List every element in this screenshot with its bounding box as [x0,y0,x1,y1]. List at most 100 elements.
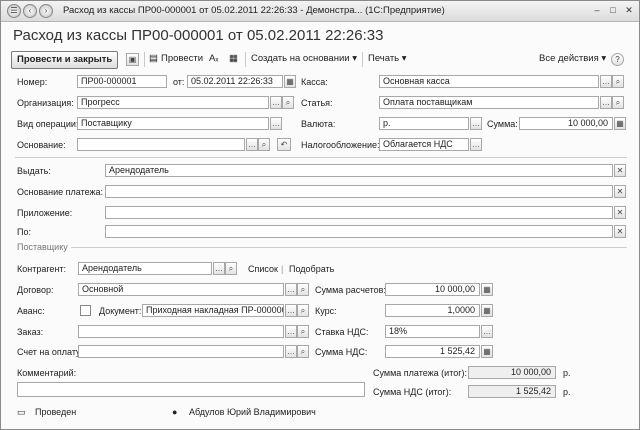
currency-field[interactable]: р. [379,117,469,130]
invoice-field[interactable] [78,345,284,358]
calculator-icon[interactable]: ▦ [614,117,626,130]
vat-sum-label: Сумма НДС: [315,347,368,357]
vat-rate-field[interactable]: 18% [385,325,480,338]
minimize-button[interactable]: – [590,4,604,17]
comment-field[interactable] [17,382,365,397]
article-select-button[interactable]: … [600,96,612,109]
invoice-select-button[interactable]: … [285,345,297,358]
contract-select-button[interactable]: … [285,283,297,296]
calculator-icon[interactable]: ▦ [481,345,493,358]
total-vat-currency: р. [563,387,571,397]
basis-select-button[interactable]: … [246,138,258,151]
payment-basis-clear-icon[interactable]: ✕ [614,185,626,198]
document-open-icon[interactable]: ⌕ [297,304,309,317]
select-link[interactable]: Подобрать [289,264,334,274]
forward-icon[interactable]: › [39,4,53,18]
counterparty-field[interactable]: Арендодатель [78,262,212,275]
total-vat-label: Сумма НДС (итог): [373,387,452,397]
help-button[interactable]: ? [611,53,624,66]
order-select-button[interactable]: … [285,325,297,338]
number-label: Номер: [17,77,48,87]
attachment-field[interactable] [105,206,613,219]
divider [15,157,627,158]
maximize-button[interactable]: □ [606,4,620,17]
contract-open-icon[interactable]: ⌕ [297,283,309,296]
counterparty-open-icon[interactable]: ⌕ [225,262,237,275]
all-actions-button[interactable]: Все действия ▾ [539,53,606,64]
total-payment-field: 10 000,00 [468,366,556,379]
operation-type-field[interactable]: Поставщику [77,117,269,130]
calculator-icon[interactable]: ▦ [481,304,493,317]
rate-field[interactable]: 1,0000 [385,304,480,317]
post-and-close-button[interactable]: Провести и закрыть [11,51,119,69]
post-icon[interactable]: ▤ [149,53,158,64]
total-vat-field: 1 525,42 [468,385,556,398]
number-field[interactable]: ПР00-000001 [77,75,167,88]
by-field[interactable] [105,225,613,238]
document-select-button[interactable]: … [285,304,297,317]
calendar-icon[interactable]: ▦ [284,75,296,88]
create-based-button[interactable]: Создать на основании ▾ [251,53,357,64]
save-icon[interactable]: ▣ [126,53,139,66]
date-field[interactable]: 05.02.2011 22:26:33 [187,75,283,88]
vat-rate-select-button[interactable]: … [481,325,493,338]
payment-basis-label: Основание платежа: [17,187,104,197]
calculator-icon[interactable]: ▦ [481,283,493,296]
advance-checkbox[interactable] [80,305,91,316]
user-icon: ● [172,407,178,417]
separator [362,52,363,67]
order-field[interactable] [78,325,284,338]
movements-icon[interactable]: Aₓ [209,53,218,64]
taxation-field[interactable]: Облагается НДС [379,138,469,151]
calc-sum-field[interactable]: 10 000,00 [385,283,480,296]
date-from-label: от: [173,77,185,87]
operation-type-select-button[interactable]: … [270,117,282,130]
invoice-open-icon[interactable]: ⌕ [297,345,309,358]
cashbox-field[interactable]: Основная касса [379,75,599,88]
cashbox-select-button[interactable]: … [600,75,612,88]
page-title: Расход из кассы ПР00-000001 от 05.02.201… [13,27,384,44]
by-clear-icon[interactable]: ✕ [614,225,626,238]
structure-icon[interactable]: ▦ [229,53,238,64]
list-link[interactable]: Список [248,264,278,274]
post-button[interactable]: Провести [161,53,203,64]
supplier-group-title: Поставщику [17,242,68,252]
document-field[interactable]: Приходная накладная ПР-000000 [142,304,284,317]
rate-label: Курс: [315,306,337,316]
attachment-label: Приложение: [17,208,73,218]
sum-field[interactable]: 10 000,00 [519,117,613,130]
issue-to-clear-icon[interactable]: ✕ [614,164,626,177]
counterparty-select-button[interactable]: … [213,262,225,275]
taxation-label: Налогообложение: [301,140,380,150]
document-window: ☰ ‹ › Расход из кассы ПР00-000001 от 05.… [0,0,640,430]
advance-label: Аванс: [17,306,45,316]
back-icon[interactable]: ‹ [23,4,37,18]
currency-select-button[interactable]: … [470,117,482,130]
organization-field[interactable]: Прогресс [77,96,269,109]
attachment-clear-icon[interactable]: ✕ [614,206,626,219]
payment-basis-field[interactable] [105,185,613,198]
issue-to-field[interactable]: Арендодатель [105,164,613,177]
separator [144,52,145,67]
article-open-icon[interactable]: ⌕ [612,96,624,109]
divider [71,247,627,248]
total-payment-currency: р. [563,368,571,378]
cashbox-open-icon[interactable]: ⌕ [612,75,624,88]
basis-open-icon[interactable]: ⌕ [258,138,270,151]
close-button[interactable]: ✕ [622,4,636,17]
order-open-icon[interactable]: ⌕ [297,325,309,338]
organization-select-button[interactable]: … [270,96,282,109]
window-title: Расход из кассы ПР00-000001 от 05.02.201… [63,5,445,16]
app-menu-icon[interactable]: ☰ [7,4,21,18]
title-bar: ☰ ‹ › Расход из кассы ПР00-000001 от 05.… [1,1,639,22]
contract-field[interactable]: Основной [78,283,284,296]
organization-open-icon[interactable]: ⌕ [282,96,294,109]
vat-sum-field[interactable]: 1 525,42 [385,345,480,358]
basis-field[interactable] [77,138,245,151]
fill-from-basis-icon[interactable]: ↶ [277,138,291,151]
article-label: Статья: [301,98,333,108]
print-button[interactable]: Печать ▾ [368,53,407,64]
article-field[interactable]: Оплата поставщикам [379,96,599,109]
taxation-select-button[interactable]: … [470,138,482,151]
organization-label: Организация: [17,98,74,108]
